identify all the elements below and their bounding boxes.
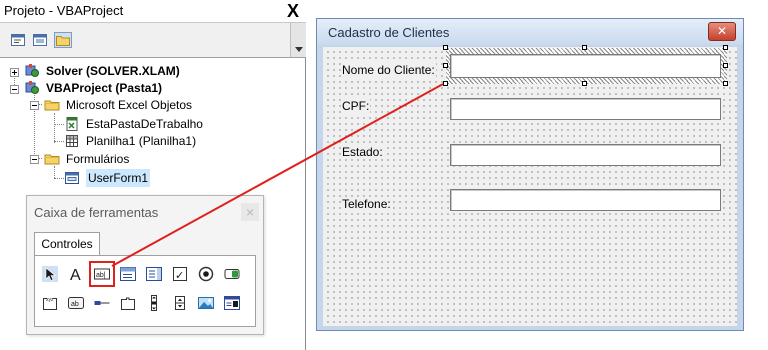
spinbutton-icon [175,296,185,310]
toolbox-controls-panel: A ab| ✓ xyz ab [34,255,256,327]
tree-connector [54,166,55,178]
checkbox-icon: ✓ [173,267,187,282]
tool-listbox[interactable] [144,264,164,284]
textbox-icon: ab| [94,268,110,280]
tree-item-label: Microsoft Excel Objetos [66,98,193,112]
frame-glyph: xyz [46,297,54,303]
tool-textbox[interactable]: ab| [89,261,115,287]
toggle-folders-button[interactable] [54,32,72,48]
label-glyph: A [70,267,81,282]
tool-multipage[interactable] [118,293,138,313]
textbox-telefone[interactable] [450,189,721,211]
vba-project-icon [25,64,39,77]
resize-handle-nw[interactable] [443,45,448,50]
tree-item-label: Formulários [66,152,130,166]
label-cpf: CPF: [341,99,371,113]
tree-expander-forms[interactable] [30,155,39,164]
scrollbar-icon [151,295,157,311]
textbox-estado[interactable] [450,144,721,166]
commandbutton-glyph: ab [71,301,79,308]
workbook-icon [66,117,78,131]
tabstrip-icon [94,301,110,305]
userform-icon [65,172,79,184]
tree-item-label: VBAProject (Pasta1) [46,81,163,95]
resize-handle-ne[interactable] [723,45,728,50]
project-explorer-close-button[interactable]: X [284,1,302,21]
textbox-glyph: ab| [96,272,106,279]
tool-combobox[interactable] [118,264,138,284]
label-telefone: Telefone: [341,197,392,211]
project-explorer-toolbar [0,23,306,58]
userform-titlebar[interactable]: Cadastro de Clientes [317,19,743,45]
label-icon: A [70,267,81,282]
tree-connector [54,141,64,142]
resize-handle-se[interactable] [723,81,728,86]
label-estado: Estado: [341,145,384,159]
tool-optionbutton[interactable] [196,264,216,284]
frame-icon: xyz [43,297,57,310]
view-object-button[interactable] [31,32,49,48]
tool-image[interactable] [196,293,216,313]
tool-select-objects[interactable] [40,264,60,284]
tree-item-label: Planilha1 (Planilha1) [86,134,197,148]
tool-refedit[interactable] [222,293,242,313]
view-object-icon [33,34,47,46]
tool-tabstrip[interactable] [92,293,112,313]
view-code-icon [11,34,25,46]
tree-connector [54,178,64,179]
resize-handle-n[interactable] [582,45,587,50]
commandbutton-icon: ab [68,297,84,309]
refedit-icon [224,296,240,310]
toolbox-title: Caixa de ferramentas [34,205,159,220]
folder-icon [44,100,60,111]
tool-label[interactable]: A [66,264,86,284]
userform-title: Cadastro de Clientes [328,25,450,40]
tree-expander-solver[interactable] [10,68,19,77]
tree-item-label: UserForm1 [86,169,151,187]
tree-item-label: EstaPastaDeTrabalho [86,117,203,131]
resize-handle-sw[interactable] [443,81,448,86]
optionbutton-icon [198,266,214,282]
select-objects-icon [42,266,58,282]
resize-handle-w[interactable] [443,63,448,68]
toolbox-window[interactable]: Caixa de ferramentas Controles A ab| [26,195,264,335]
combobox-icon [120,267,136,281]
textbox-nome-cliente[interactable] [450,54,721,78]
resize-handle-s[interactable] [582,81,587,86]
checkbox-glyph: ✓ [175,269,184,282]
toolbox-close-button[interactable] [241,203,259,221]
tool-checkbox[interactable]: ✓ [170,264,190,284]
toolbar-overflow-scroll[interactable] [290,23,306,57]
vba-project-icon [25,81,39,94]
tool-togglebutton[interactable] [222,264,242,284]
tree-connector [54,113,55,143]
image-icon [198,297,214,309]
userform-close-button[interactable] [708,22,736,41]
view-code-button[interactable] [9,32,27,48]
project-explorer-titlebar: Projeto - VBAProject X [0,0,306,23]
folder-icon [44,154,60,165]
tree-expander-excel-objects[interactable] [30,101,39,110]
multipage-icon [121,297,135,310]
tool-spinbutton[interactable] [170,293,190,313]
tree-expander-vbaproject[interactable] [10,85,19,94]
tree-connector [54,124,64,125]
worksheet-icon [66,135,78,147]
tool-scrollbar[interactable] [144,293,164,313]
tab-controles[interactable]: Controles [34,232,100,256]
textbox-cpf[interactable] [450,98,721,120]
tree-item-label: Solver (SOLVER.XLAM) [46,64,180,78]
tool-frame[interactable]: xyz [40,293,60,313]
listbox-icon [146,267,162,281]
label-nome-cliente: Nome do Cliente: [341,63,436,77]
togglebutton-icon [224,269,240,279]
tool-commandbutton[interactable]: ab [66,293,86,313]
toggle-folders-icon [56,36,70,46]
userform-grid-canvas[interactable] [323,47,737,326]
resize-handle-e[interactable] [723,63,728,68]
project-explorer-title: Projeto - VBAProject [4,3,124,18]
